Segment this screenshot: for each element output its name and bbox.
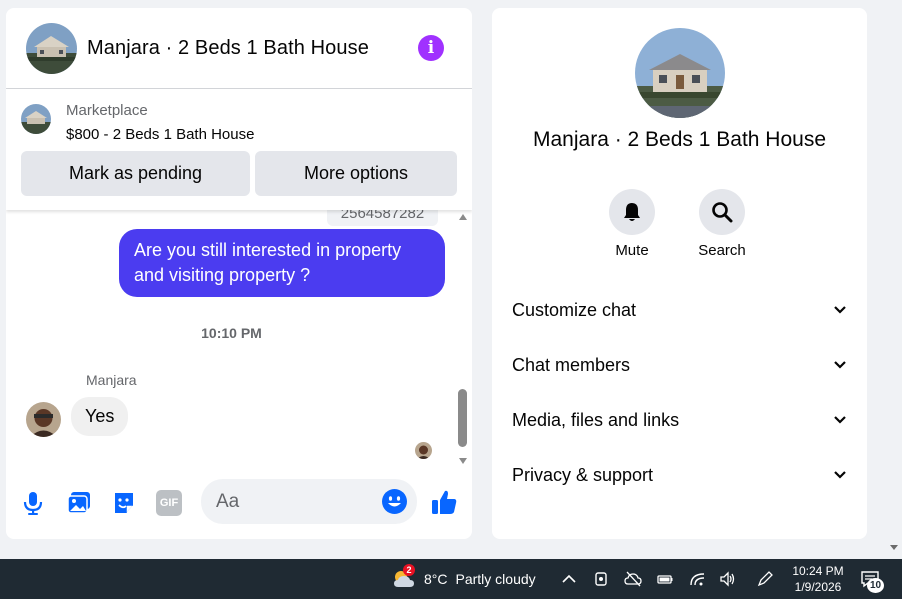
photo-icon[interactable] (66, 490, 92, 516)
weather-description: Partly cloudy (455, 571, 536, 587)
search-icon (712, 202, 733, 223)
more-options-button[interactable]: More options (255, 151, 457, 196)
mark-as-pending-button[interactable]: Mark as pending (21, 151, 250, 196)
weather-widget[interactable]: 2 8°C Partly cloudy (392, 564, 536, 593)
section-label: Customize chat (512, 299, 637, 320)
sender-avatar[interactable] (26, 402, 61, 437)
sender-name: Manjara (86, 372, 137, 388)
partly-cloudy-icon: 2 (392, 564, 416, 591)
section-label: Chat members (512, 354, 631, 375)
chat-panel: Manjara · 2 Beds 1 Bath House i Marketpl… (6, 8, 472, 539)
listing-thumbnail[interactable] (21, 104, 51, 134)
search-action[interactable]: Search (692, 189, 752, 259)
page-scroll-down-arrow[interactable] (890, 545, 898, 550)
chevron-down-icon (834, 471, 846, 479)
wifi-icon[interactable] (689, 570, 707, 588)
page-scrollbar[interactable] (887, 0, 902, 559)
mute-label: Mute (615, 242, 649, 259)
chevron-up-icon[interactable] (560, 570, 578, 588)
section-label: Privacy & support (512, 464, 654, 485)
microphone-icon[interactable] (20, 490, 46, 516)
outgoing-message[interactable]: Are you still interested in property and… (119, 229, 445, 297)
chevron-down-icon (834, 306, 846, 314)
conversation-title: Manjara · 2 Beds 1 Bath House (533, 128, 826, 151)
chat-avatar[interactable] (26, 23, 77, 74)
chevron-down-icon (834, 361, 846, 369)
weather-badge: 2 (403, 564, 415, 576)
section-privacy-support[interactable]: Privacy & support (512, 455, 847, 495)
message-composer: GIF (6, 472, 472, 539)
section-label: Media, files and links (512, 409, 680, 430)
marketplace-label: Marketplace (66, 102, 148, 119)
marketplace-banner: Marketplace $800 - 2 Beds 1 Bath House M… (6, 89, 472, 210)
clock[interactable]: 10:24 PM 1/9/2026 (790, 563, 846, 595)
message-list: 2564587282 Are you still interested in p… (6, 210, 472, 472)
volume-icon[interactable] (719, 570, 737, 588)
thumbs-up-icon[interactable] (430, 488, 458, 516)
seen-receipt-avatar (415, 442, 432, 459)
scroll-down-arrow[interactable] (459, 458, 467, 464)
phone-number: 2564587282 (327, 210, 438, 226)
taskbar: 2 8°C Partly cloudy 10:24 PM 1/9/2026 10 (0, 559, 902, 599)
weather-temperature: 8°C (424, 571, 448, 587)
incoming-message[interactable]: Yes (71, 397, 129, 436)
scroll-up-arrow[interactable] (459, 214, 467, 220)
clock-date: 1/9/2026 (794, 580, 842, 594)
pen-icon[interactable] (756, 570, 774, 588)
emoji-icon[interactable] (381, 488, 408, 515)
listing-title[interactable]: $800 - 2 Beds 1 Bath House (66, 126, 254, 143)
gif-icon[interactable]: GIF (156, 490, 182, 516)
notification-count-badge: 10 (867, 578, 884, 593)
bell-icon (624, 203, 640, 221)
section-customize-chat[interactable]: Customize chat (512, 290, 847, 330)
sticker-icon[interactable] (111, 490, 137, 516)
message-scrollbar[interactable] (457, 212, 469, 468)
chevron-down-icon (834, 416, 846, 424)
meet-now-icon[interactable] (592, 570, 610, 588)
clock-time: 10:24 PM (792, 564, 844, 578)
search-button[interactable] (699, 189, 745, 235)
section-media-files-links[interactable]: Media, files and links (512, 400, 847, 440)
chat-header: Manjara · 2 Beds 1 Bath House i (6, 8, 472, 89)
battery-icon[interactable] (656, 570, 674, 588)
info-icon[interactable]: i (418, 35, 444, 61)
mute-action[interactable]: Mute (602, 189, 662, 259)
chat-title[interactable]: Manjara · 2 Beds 1 Bath House (87, 37, 369, 60)
search-label: Search (698, 242, 746, 259)
conversation-avatar[interactable] (635, 28, 725, 118)
mute-button[interactable] (609, 189, 655, 235)
cloud-offline-icon[interactable] (624, 570, 642, 588)
section-chat-members[interactable]: Chat members (512, 345, 847, 385)
message-timestamp: 10:10 PM (201, 325, 262, 341)
conversation-info-panel: Manjara · 2 Beds 1 Bath House Mute Searc… (492, 8, 867, 539)
scroll-thumb[interactable] (458, 389, 467, 447)
